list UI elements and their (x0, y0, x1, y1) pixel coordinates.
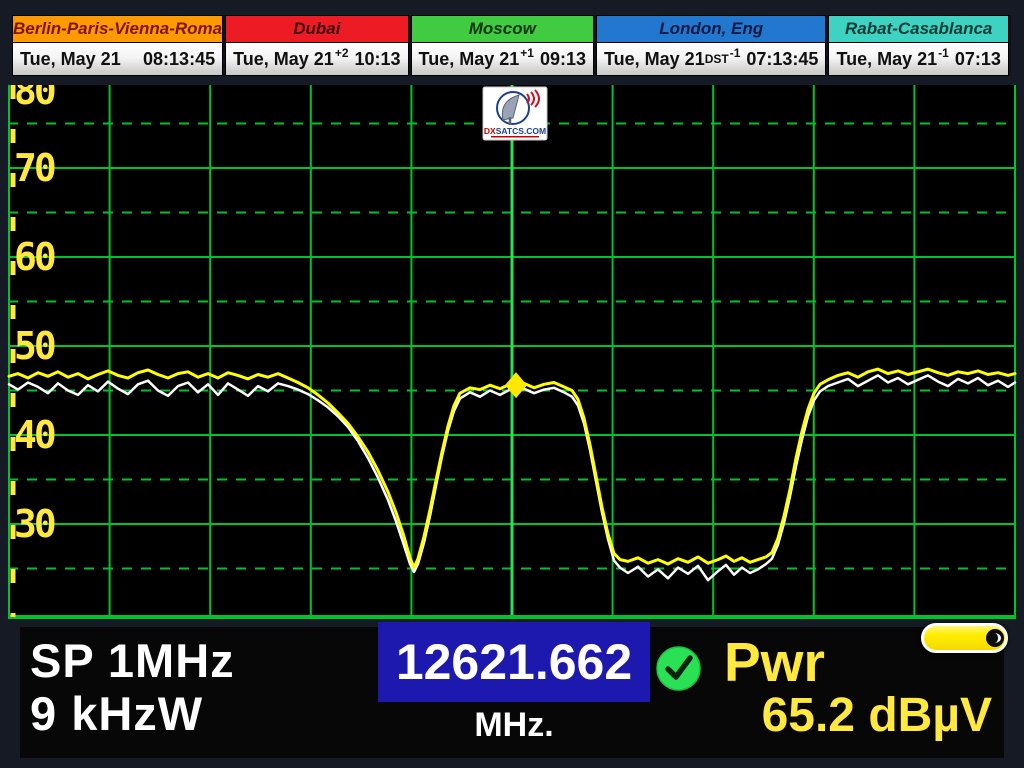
y-axis-tick-label: 70 (14, 146, 55, 190)
y-axis-tick-label: 40 (14, 413, 55, 457)
clock-city-label: Moscow (411, 15, 594, 43)
clock-column-4: London, EngTue, May 21DST-107:13:45 (596, 15, 828, 76)
bandwidth-setting: 9 kHzW (30, 686, 203, 741)
svg-text:DXSATCS.COM: DXSATCS.COM (484, 126, 546, 136)
y-axis-tick-label: 50 (14, 324, 55, 368)
clock-datetime: Tue, May 2108:13:45 (12, 43, 223, 76)
spectrum-chart: 80 70 60 50 40 30 DXSATCS.COM (0, 85, 1024, 620)
frequency-unit-label: MHz. (378, 706, 650, 745)
power-toggle[interactable] (921, 623, 1008, 653)
dxsatcs-logo: DXSATCS.COM (483, 87, 547, 140)
check-circle-icon (655, 645, 702, 692)
y-axis-tick-label: 80 (14, 85, 55, 113)
clock-city-label: Berlin-Paris-Vienna-Roma (12, 15, 223, 43)
y-axis-tick-label: 60 (14, 235, 55, 279)
world-clocks: Berlin-Paris-Vienna-RomaTue, May 2108:13… (12, 15, 990, 76)
power-value: 65.2 dBµV (762, 688, 992, 743)
clock-column-5: Rabat-CasablancaTue, May 21-107:13 (828, 15, 1010, 76)
frequency-value: 12621.662 (396, 633, 632, 691)
clock-city-label: Dubai (225, 15, 408, 43)
satellite-meter-screen: Berlin-Paris-Vienna-RomaTue, May 2108:13… (0, 0, 1024, 768)
clock-column-3: MoscowTue, May 21+109:13 (411, 15, 596, 76)
clock-datetime: Tue, May 21-107:13 (828, 43, 1008, 76)
y-axis-tick-label: 30 (14, 502, 55, 546)
toggle-knob-icon (986, 629, 1004, 647)
clock-column-2: DubaiTue, May 21+210:13 (225, 15, 410, 76)
clock-datetime: Tue, May 21+210:13 (225, 43, 408, 76)
clock-column-1: Berlin-Paris-Vienna-RomaTue, May 2108:13… (12, 15, 225, 76)
power-label: Pwr (724, 630, 825, 694)
clock-datetime: Tue, May 21+109:13 (411, 43, 594, 76)
clock-city-label: Rabat-Casablanca (828, 15, 1008, 43)
clock-datetime: Tue, May 21DST-107:13:45 (596, 43, 826, 76)
frequency-field[interactable]: 12621.662 (378, 622, 650, 702)
span-setting: SP 1MHz (30, 633, 235, 688)
clock-city-label: London, Eng (596, 15, 826, 43)
